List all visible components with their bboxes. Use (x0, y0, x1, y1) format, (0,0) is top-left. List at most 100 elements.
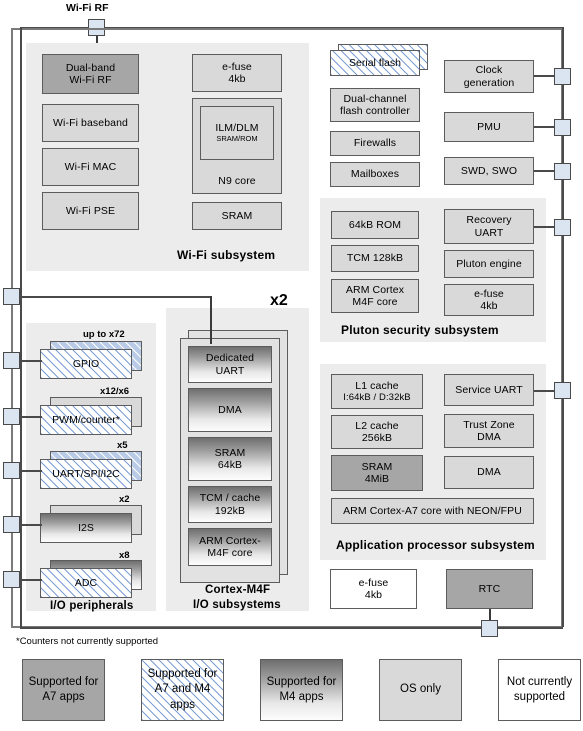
block-pluton-efuse[interactable]: e-fuse 4kb (444, 284, 534, 316)
block-firewalls[interactable]: Firewalls (330, 131, 420, 156)
block-mailboxes[interactable]: Mailboxes (330, 162, 420, 187)
block-dual-band-wifi-rf[interactable]: Dual-band Wi-Fi RF (42, 54, 139, 94)
block-wifi-efuse[interactable]: e-fuse 4kb (192, 54, 282, 92)
legend-line1: Supported (28, 675, 82, 688)
block-line1: e-fuse (222, 60, 252, 73)
pin-recovery-uart[interactable] (554, 219, 571, 236)
block-wifi-sram[interactable]: SRAM (192, 202, 282, 230)
block-line1: Trust Zone (463, 418, 515, 431)
block-line1: DMA (477, 466, 501, 479)
legend-line1: Supported (266, 675, 320, 688)
pin-gpio[interactable] (3, 352, 20, 369)
stack-gpio[interactable]: GPIO (40, 341, 142, 379)
pin-service-uart[interactable] (554, 382, 571, 399)
block-pluton-arm-cortex-m4f-core[interactable]: ARM Cortex M4F core (331, 279, 419, 313)
block-line1: Service UART (455, 383, 523, 396)
multiplier-pwm-counter: x12/x6 (100, 386, 130, 397)
caption-pluton-subsystem: Pluton security subsystem (341, 323, 499, 337)
legend-line3: apps (59, 691, 85, 703)
pin-rtc[interactable] (481, 620, 498, 637)
uart-spi-i2c-front-layer[interactable]: UART/SPI/I2C (40, 459, 132, 489)
block-line2: 192kB (214, 504, 246, 517)
legend-item-a7-apps: Supported for A7 apps (22, 659, 105, 721)
block-line2: 256kB (361, 432, 393, 444)
block-rtc[interactable]: RTC (446, 569, 533, 609)
block-line1: Wi-Fi MAC (64, 160, 117, 173)
block-dedicated-uart[interactable]: Dedicated UART (188, 346, 272, 383)
block-wifi-baseband[interactable]: Wi-Fi baseband (42, 104, 139, 142)
caption-io-peripherals: I/O peripherals (50, 600, 134, 612)
multiplier-gpio: up to x72 (83, 329, 125, 340)
pin-clock[interactable] (554, 68, 571, 85)
block-bottom-efuse[interactable]: e-fuse 4kb (330, 569, 417, 609)
pin-i2s[interactable] (3, 516, 20, 533)
pin-uart-spi-i2c[interactable] (3, 462, 20, 479)
block-line1: PMU (477, 120, 501, 133)
stack-i2s[interactable]: I2S (40, 505, 142, 543)
block-line1: e-fuse (474, 287, 504, 300)
block-line1: SRAM (214, 446, 246, 459)
block-line2: UART (474, 226, 504, 239)
block-wifi-pse[interactable]: Wi-Fi PSE (42, 192, 139, 230)
adc-front-layer[interactable]: ADC (40, 568, 132, 598)
block-m4f-tcm-cache[interactable]: TCM / cache 192kB (188, 486, 272, 523)
caption-application-processor: Application processor subsystem (336, 538, 535, 552)
block-line1: DMA (218, 403, 242, 416)
stack-serial-flash[interactable]: Serial flash (330, 44, 428, 76)
block-recovery-uart[interactable]: Recovery UART (444, 209, 534, 244)
block-pluton-64kb-rom[interactable]: 64kB ROM (331, 211, 419, 239)
stack-pwm-counter[interactable]: PWM/counter* (40, 397, 142, 435)
serial-flash-label: Serial flash (349, 57, 401, 69)
gpio-label: GPIO (72, 358, 100, 370)
block-trust-zone-dma[interactable]: Trust Zone DMA (444, 414, 534, 448)
block-m4f-arm-cortex-core[interactable]: ARM Cortex- M4F core (188, 528, 272, 566)
block-dual-channel-flash-controller[interactable]: Dual-channel flash controller (330, 88, 420, 122)
block-ilm-dlm[interactable]: ILM/DLM SRAM/ROM (200, 106, 274, 160)
block-dma[interactable]: DMA (444, 456, 534, 489)
block-line2: 64kB (217, 459, 243, 471)
block-line1: TCM 128kB (346, 252, 404, 265)
wire-left-bus-top (20, 296, 210, 298)
block-l2-cache[interactable]: L2 cache 256kB (331, 415, 423, 449)
caption-wifi-subsystem: Wi-Fi subsystem (177, 248, 276, 262)
block-line2: flash controller (340, 105, 410, 117)
block-line2: M4F core (207, 547, 253, 559)
block-line1: SRAM (361, 460, 393, 473)
pin-pmu[interactable] (554, 119, 571, 136)
wire-gpio (20, 360, 42, 362)
pwm-front-layer[interactable]: PWM/counter* (40, 405, 132, 435)
block-swd-swo[interactable]: SWD, SWO (444, 157, 534, 185)
uart-spi-i2c-label: UART/SPI/I2C (52, 468, 120, 480)
multiplier-uart-spi-i2c: x5 (117, 440, 128, 451)
gpio-front-layer[interactable]: GPIO (40, 349, 132, 379)
block-pmu[interactable]: PMU (444, 112, 534, 142)
block-ap-sram[interactable]: SRAM 4MiB (331, 455, 423, 491)
caption-cortex-m4f-line2: I/O subsystems (193, 599, 281, 611)
i2s-front-layer[interactable]: I2S (40, 513, 132, 543)
ilm-dlm-line2: SRAM/ROM (216, 133, 258, 143)
block-line1: ARM Cortex- (199, 534, 261, 547)
multiplier-cortex-m4f: x2 (270, 292, 288, 309)
block-arm-cortex-a7-core[interactable]: ARM Cortex-A7 core with NEON/FPU (331, 498, 534, 524)
block-clock-generation[interactable]: Clock generation (444, 60, 534, 93)
pin-swd-swo[interactable] (554, 163, 571, 180)
block-l1-cache[interactable]: L1 cache I:64kB / D:32kB (331, 374, 423, 409)
block-service-uart[interactable]: Service UART (444, 374, 534, 406)
serial-flash-front-layer[interactable]: Serial flash (330, 50, 420, 76)
pin-pwm-counter[interactable] (3, 408, 20, 425)
block-m4f-sram[interactable]: SRAM 64kB (188, 437, 272, 481)
block-line1: Dual-band (65, 61, 116, 74)
stack-uart-spi-i2c[interactable]: UART/SPI/I2C (40, 451, 142, 489)
block-wifi-mac[interactable]: Wi-Fi MAC (42, 148, 139, 186)
block-line1: ARM Cortex-A7 core with NEON/FPU (343, 504, 522, 517)
caption-cortex-m4f-line1: Cortex-M4F (205, 584, 271, 596)
block-m4f-dma[interactable]: DMA (188, 388, 272, 432)
n9-core-label: N9 core (218, 174, 256, 187)
block-pluton-tcm-128kb[interactable]: TCM 128kB (331, 245, 419, 272)
wire-i2s (20, 524, 42, 526)
block-pluton-engine[interactable]: Pluton engine (444, 250, 534, 278)
pin-left-bus-top[interactable] (3, 288, 20, 305)
block-line1: e-fuse (358, 576, 389, 589)
stack-adc[interactable]: ADC (40, 560, 142, 598)
pin-adc[interactable] (3, 571, 20, 588)
